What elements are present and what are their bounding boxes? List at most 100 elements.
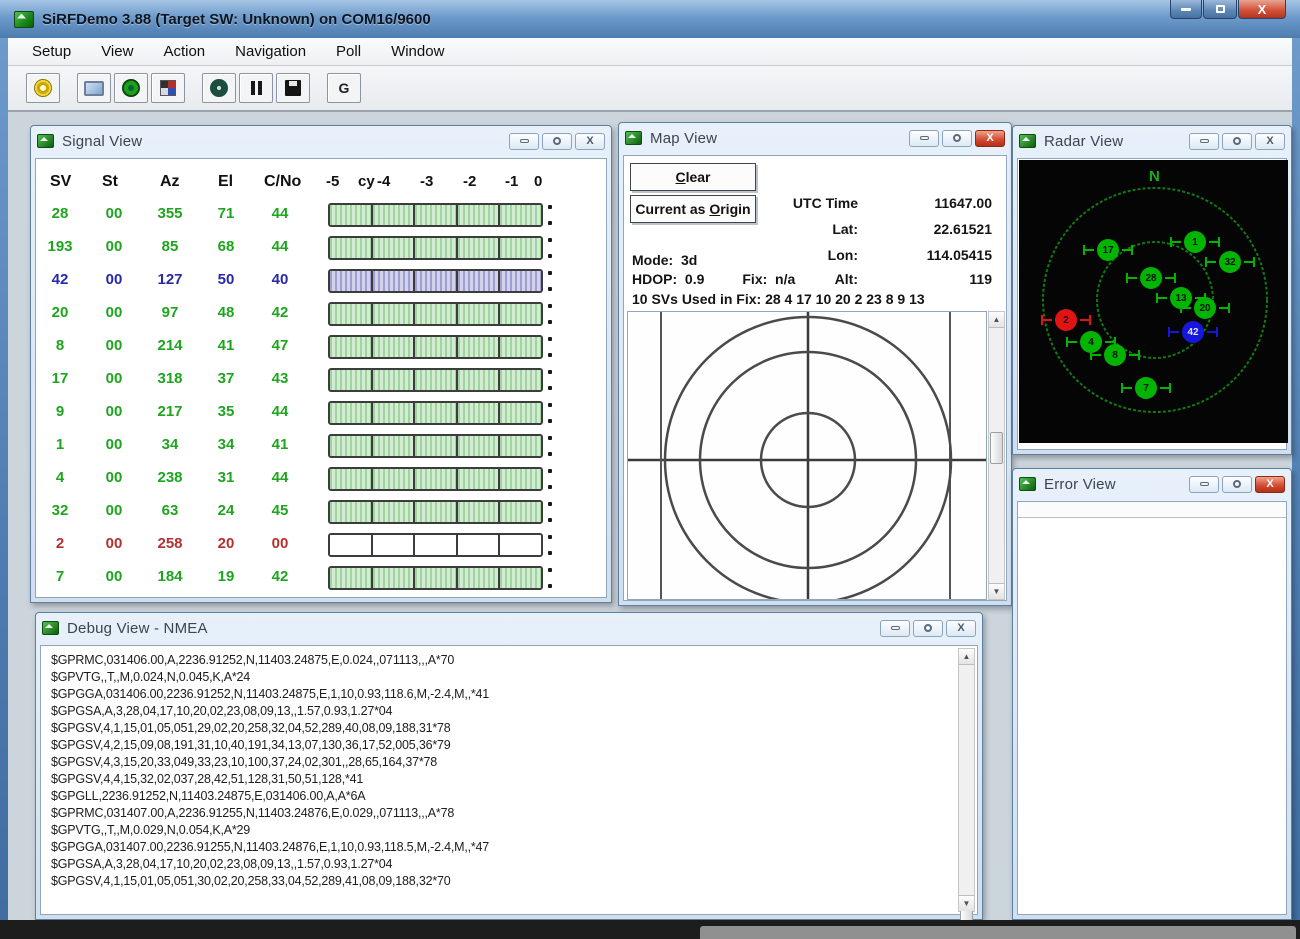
error-view-client <box>1017 501 1287 915</box>
signal-row: 28003557144 <box>36 199 606 232</box>
menu-navigation[interactable]: Navigation <box>235 43 306 60</box>
setup-button[interactable] <box>26 73 60 103</box>
signal-view-title: Signal View <box>62 133 142 150</box>
error-view-titlebar[interactable]: Error View X <box>1013 469 1291 499</box>
signal-cell-sv: 193 <box>38 238 82 255</box>
signal-minimize-button[interactable] <box>509 133 539 150</box>
close-icon: X <box>1266 479 1273 490</box>
close-icon: X <box>1258 3 1267 16</box>
nmea-lines: $GPRMC,031406.00,A,2236.91252,N,11403.24… <box>43 648 953 912</box>
axis-label: -3 <box>420 173 433 190</box>
error-close-button[interactable]: X <box>1255 476 1285 493</box>
signal-cell-cno: 44 <box>258 469 302 486</box>
radar-view-titlebar[interactable]: Radar View X <box>1013 126 1291 156</box>
nmea-sentence: $GPGSV,4,4,15,32,02,037,28,42,51,128,31,… <box>51 771 953 788</box>
scroll-up-arrow[interactable]: ▲ <box>989 312 1004 328</box>
debug-minimize-button[interactable] <box>880 620 910 637</box>
error-minimize-button[interactable] <box>1189 476 1219 493</box>
signal-bar-markers <box>548 370 552 390</box>
debug-view-titlebar[interactable]: Debug View - NMEA X <box>36 613 982 643</box>
debug-scrollbar[interactable]: ▲ ▼ <box>958 648 975 912</box>
menu-window[interactable]: Window <box>391 43 444 60</box>
maximize-icon <box>553 137 561 145</box>
signal-view-client: SV St Az El C/No -5 cy -4 -3 -2 -1 0 280… <box>35 158 607 598</box>
minimize-button[interactable] <box>1170 0 1202 19</box>
nmea-sentence: $GPRMC,031406.00,A,2236.91252,N,11403.24… <box>51 652 953 669</box>
error-maximize-button[interactable] <box>1222 476 1252 493</box>
taskbar-segment <box>700 926 1296 939</box>
map-plot-area <box>627 311 987 600</box>
clear-button[interactable]: Clear <box>630 163 756 191</box>
signal-cell-el: 50 <box>204 271 248 288</box>
signal-cell-st: 00 <box>92 403 136 420</box>
scroll-up-arrow[interactable]: ▲ <box>959 649 974 665</box>
map-view-button[interactable] <box>151 73 185 103</box>
sirfdemo-main-window: SiRFDemo 3.88 (Target SW: Unknown) on CO… <box>0 0 1300 939</box>
geodetic-button[interactable]: G <box>327 73 361 103</box>
menu-action[interactable]: Action <box>163 43 205 60</box>
maximize-icon <box>953 134 961 142</box>
map-close-button[interactable]: X <box>975 130 1005 147</box>
signal-bar-markers <box>548 337 552 357</box>
menu-setup[interactable]: Setup <box>32 43 71 60</box>
signal-cell-sv: 7 <box>38 568 82 585</box>
nmea-sentence: $GPVTG,,T,,M,0.029,N,0.054,K,A*29 <box>51 822 953 839</box>
signal-strength-bar <box>328 434 543 458</box>
axis-label: -2 <box>463 173 476 190</box>
signal-strength-bar <box>328 302 543 326</box>
minimize-icon <box>1200 139 1209 143</box>
scroll-down-arrow[interactable]: ▼ <box>959 895 974 911</box>
scroll-thumb[interactable] <box>990 432 1003 464</box>
current-as-origin-button[interactable]: Current as Origin <box>630 195 756 223</box>
map-view-titlebar[interactable]: Map View X <box>619 123 1011 153</box>
menu-poll[interactable]: Poll <box>336 43 361 60</box>
signal-strength-bar <box>328 203 543 227</box>
map-scrollbar[interactable]: ▲ ▼ <box>988 311 1005 600</box>
navigation-button[interactable] <box>202 73 236 103</box>
menu-view[interactable]: View <box>101 43 133 60</box>
signal-view-button[interactable] <box>77 73 111 103</box>
signal-close-button[interactable]: X <box>575 133 605 150</box>
scroll-down-arrow[interactable]: ▼ <box>989 583 1004 599</box>
signal-maximize-button[interactable] <box>542 133 572 150</box>
signal-cell-cno: 41 <box>258 436 302 453</box>
compass-icon <box>210 79 228 97</box>
svs-value: 28 4 17 10 20 2 23 8 9 13 <box>765 291 925 307</box>
hdop-value: 0.9 <box>685 271 704 287</box>
signal-cell-az: 355 <box>148 205 192 222</box>
maximize-icon <box>1216 5 1225 13</box>
radar-maximize-button[interactable] <box>1222 133 1252 150</box>
minimize-icon <box>1181 8 1191 11</box>
radar-minimize-button[interactable] <box>1189 133 1219 150</box>
close-button[interactable]: X <box>1238 0 1286 19</box>
signal-cell-el: 48 <box>204 304 248 321</box>
minimize-icon <box>920 136 929 140</box>
log-button[interactable] <box>276 73 310 103</box>
maximize-button[interactable] <box>1203 0 1237 19</box>
close-icon: X <box>957 623 964 634</box>
debug-view-icon <box>42 621 59 635</box>
signal-cell-az: 184 <box>148 568 192 585</box>
signal-cell-st: 00 <box>92 436 136 453</box>
debug-maximize-button[interactable] <box>913 620 943 637</box>
radar-view-button[interactable] <box>114 73 148 103</box>
signal-cell-sv: 1 <box>38 436 82 453</box>
main-titlebar[interactable]: SiRFDemo 3.88 (Target SW: Unknown) on CO… <box>0 0 1300 38</box>
debug-view-window: Debug View - NMEA X $GPRMC,031406.00,A,2… <box>35 612 983 920</box>
pause-button[interactable] <box>239 73 273 103</box>
radar-close-button[interactable]: X <box>1255 133 1285 150</box>
lon-value: 114.05415 <box>927 247 992 263</box>
map-view-icon <box>625 131 642 145</box>
monitor-icon <box>84 81 104 96</box>
signal-strength-bar <box>328 269 543 293</box>
column-header-st: St <box>102 173 118 191</box>
debug-close-button[interactable]: X <box>946 620 976 637</box>
map-maximize-button[interactable] <box>942 130 972 147</box>
map-minimize-button[interactable] <box>909 130 939 147</box>
signal-cell-az: 214 <box>148 337 192 354</box>
utc-time-value: 11647.00 <box>934 195 992 211</box>
nmea-sentence: $GPGSV,4,2,15,09,08,191,31,10,40,191,34,… <box>51 737 953 754</box>
signal-view-titlebar[interactable]: Signal View X <box>31 126 611 156</box>
signal-cell-sv: 32 <box>38 502 82 519</box>
signal-cell-sv: 9 <box>38 403 82 420</box>
